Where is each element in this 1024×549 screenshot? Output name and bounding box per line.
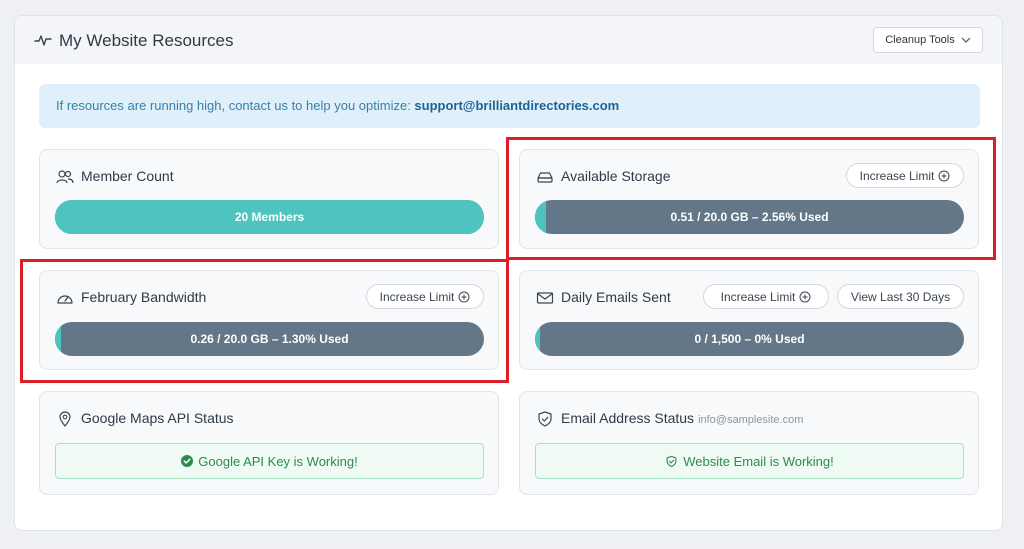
bandwidth-title: February Bandwidth: [81, 289, 207, 305]
google-api-status-box: Google API Key is Working!: [55, 443, 484, 479]
google-maps-card: Google Maps API Status Google API Key is…: [39, 391, 499, 495]
info-banner: If resources are running high, contact u…: [39, 84, 980, 128]
bandwidth-card: February Bandwidth Increase Limit 0.26 /…: [39, 270, 499, 370]
emails-increase-limit-label: Increase Limit: [720, 289, 796, 304]
hard-drive-icon: [537, 172, 553, 183]
storage-bar: 0.51 / 20.0 GB – 2.56% Used: [535, 200, 964, 234]
email-status-box: Website Email is Working!: [535, 443, 964, 479]
activity-icon: [34, 35, 52, 46]
storage-card: Available Storage Increase Limit 0.51 / …: [519, 149, 979, 249]
storage-bar-label: 0.51 / 20.0 GB – 2.56% Used: [670, 210, 829, 224]
panel-header: My Website Resources Cleanup Tools: [15, 16, 1002, 64]
member-count-bar-label: 20 Members: [234, 210, 305, 224]
resources-panel: My Website Resources Cleanup Tools If re…: [14, 15, 1003, 531]
chevron-down-icon: [961, 37, 971, 43]
check-circle-icon: [181, 455, 194, 467]
daily-emails-title: Daily Emails Sent: [561, 289, 671, 305]
storage-increase-limit-label: Increase Limit: [859, 168, 935, 183]
emails-bar: 0 / 1,500 – 0% Used: [535, 322, 964, 356]
plus-circle-icon: [938, 170, 950, 181]
page-title: My Website Resources: [59, 31, 234, 50]
email-status-title: Email Address Status info@samplesite.com: [561, 410, 803, 426]
emails-increase-limit-button[interactable]: Increase Limit: [703, 284, 829, 309]
storage-title: Available Storage: [561, 168, 671, 184]
email-status-text: Website Email is Working!: [683, 453, 834, 469]
member-count-title: Member Count: [81, 168, 174, 184]
member-count-card: Member Count 20 Members: [39, 149, 499, 249]
email-status-title-text: Email Address Status: [561, 410, 695, 426]
cleanup-tools-label: Cleanup Tools: [885, 34, 955, 46]
support-email-link[interactable]: support@brilliantdirectories.com: [414, 98, 619, 113]
daily-emails-card: Daily Emails Sent Increase Limit View La…: [519, 270, 979, 370]
bandwidth-bar-label: 0.26 / 20.0 GB – 1.30% Used: [190, 332, 349, 346]
member-count-bar: 20 Members: [55, 200, 484, 234]
info-text: If resources are running high, contact u…: [56, 98, 415, 113]
envelope-icon: [536, 292, 554, 304]
users-icon: [56, 170, 74, 184]
view-last-30-days-label: View Last 30 Days: [850, 289, 951, 304]
plus-circle-icon: [458, 291, 470, 302]
shield-check-icon: [666, 455, 677, 467]
email-status-card: Email Address Status info@samplesite.com …: [519, 391, 979, 495]
shield-check-icon: [538, 411, 552, 427]
bandwidth-bar: 0.26 / 20.0 GB – 1.30% Used: [55, 322, 484, 356]
plus-circle-icon: [799, 291, 811, 302]
cleanup-tools-dropdown[interactable]: Cleanup Tools: [873, 27, 983, 53]
bandwidth-increase-limit-label: Increase Limit: [379, 289, 455, 304]
email-address: info@samplesite.com: [698, 414, 804, 426]
google-api-status-text: Google API Key is Working!: [198, 453, 358, 469]
emails-bar-label: 0 / 1,500 – 0% Used: [694, 332, 805, 346]
map-pin-icon: [59, 411, 71, 427]
bandwidth-increase-limit-button[interactable]: Increase Limit: [366, 284, 484, 309]
view-last-30-days-button[interactable]: View Last 30 Days: [837, 284, 964, 309]
storage-increase-limit-button[interactable]: Increase Limit: [846, 163, 964, 188]
speedometer-icon: [57, 295, 73, 304]
google-maps-title: Google Maps API Status: [81, 410, 234, 426]
